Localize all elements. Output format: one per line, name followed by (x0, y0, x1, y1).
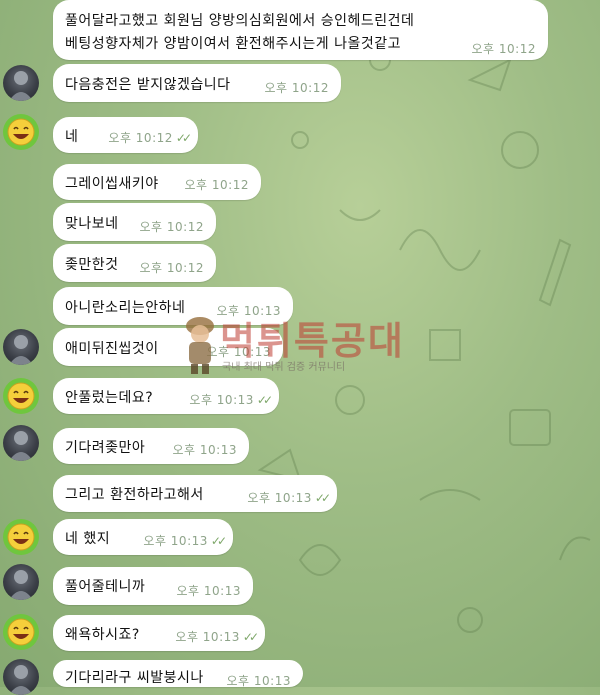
message-bubble[interactable]: 그레이씹새키야 오후 10:12 (53, 164, 261, 200)
chat-message-list[interactable]: 풀어달라고했고 회원님 양방의심회원에서 승인헤드린건데 베팅성향자체가 양밤이… (0, 0, 600, 695)
message-text: 맞나보네 (65, 216, 119, 232)
message-text: 그레이씹새키야 (65, 176, 159, 192)
read-check-icon: ✓✓ (314, 491, 331, 505)
message-bubble[interactable]: 풀어줄테니까 오후 10:13 (53, 567, 253, 605)
message-time: 오후 10:13 ✓✓ (143, 532, 227, 549)
user-photo-icon (9, 335, 33, 365)
message-text: 풀어줄테니까 (65, 579, 146, 595)
message-text: 좆만한것 (65, 257, 119, 273)
read-check-icon: ✓✓ (256, 393, 273, 407)
message-text: 다음충전은 받지않겠습니다 (65, 77, 231, 93)
message-text: 애미뒤진씹것이 (65, 341, 159, 357)
message-bubble[interactable]: 안풀렀는데요? 오후 10:13 ✓✓ (53, 378, 279, 414)
message-time-text: 오후 10:12 (108, 131, 173, 145)
read-check-icon: ✓✓ (175, 131, 192, 145)
message-time: 오후 10:12 (139, 261, 204, 275)
message-time-text: 오후 10:13 (189, 393, 254, 407)
message-time: 오후 10:12 (264, 81, 329, 95)
user-photo-icon (9, 71, 33, 101)
read-check-icon: ✓✓ (210, 534, 227, 548)
avatar[interactable] (3, 65, 39, 101)
user-photo-icon (9, 570, 33, 600)
message-time: 오후 10:12 (139, 220, 204, 234)
message-time: 오후 10:13 (206, 345, 271, 359)
user-photo-icon (9, 665, 33, 695)
message-bubble[interactable]: 맞나보네 오후 10:12 (53, 203, 216, 241)
message-bubble[interactable]: 그리고 환전하라고해서 오후 10:13 ✓✓ (53, 475, 337, 512)
message-bubble[interactable]: 네 오후 10:12 ✓✓ (53, 117, 198, 153)
message-bubble[interactable]: 네 했지 오후 10:13 ✓✓ (53, 519, 233, 555)
avatar[interactable] (3, 614, 39, 650)
message-text: 네 (65, 129, 79, 145)
message-time: 오후 10:12 (471, 42, 536, 56)
message-bubble[interactable]: 왜욕하시죠? 오후 10:13 ✓✓ (53, 615, 265, 651)
message-time-text: 오후 10:13 (175, 630, 240, 644)
message-time: 오후 10:13 ✓✓ (175, 628, 259, 645)
message-time: 오후 10:13 (172, 443, 237, 457)
user-photo-icon (9, 431, 33, 461)
message-text-line: 풀어달라고했고 회원님 양방의심회원에서 승인헤드린건데 (65, 13, 415, 29)
message-text-line: 베팅성향자체가 양밤이여서 환전해주시는게 나올것같고 (65, 36, 401, 52)
message-bubble[interactable]: 아니란소리는안하네 오후 10:13 (53, 287, 293, 325)
message-text: 아니란소리는안하네 (65, 300, 186, 316)
avatar[interactable] (3, 564, 39, 600)
smiley-face-icon (7, 618, 35, 646)
message-text: 왜욕하시죠? (65, 627, 140, 643)
message-time-text: 오후 10:13 (247, 491, 312, 505)
smiley-face-icon (7, 382, 35, 410)
message-time: 오후 10:13 (226, 674, 291, 688)
message-bubble[interactable]: 풀어달라고했고 회원님 양방의심회원에서 승인헤드린건데 베팅성향자체가 양밤이… (53, 0, 548, 60)
message-time: 오후 10:13 (176, 584, 241, 598)
message-time: 오후 10:13 ✓✓ (189, 391, 273, 408)
avatar[interactable] (3, 329, 39, 365)
avatar[interactable] (3, 659, 39, 695)
message-time: 오후 10:12 ✓✓ (108, 129, 192, 146)
message-bubble[interactable]: 기다려좆만아 오후 10:13 (53, 428, 249, 464)
avatar[interactable] (3, 378, 39, 414)
message-bubble[interactable]: 다음충전은 받지않겠습니다 오후 10:12 (53, 64, 341, 102)
read-check-icon: ✓✓ (242, 630, 259, 644)
avatar[interactable] (3, 425, 39, 461)
avatar[interactable] (3, 519, 39, 555)
message-bubble[interactable]: 좆만한것 오후 10:12 (53, 244, 216, 282)
smiley-face-icon (7, 118, 35, 146)
avatar[interactable] (3, 114, 39, 150)
message-text: 그리고 환전하라고해서 (65, 487, 204, 503)
message-text: 기다려좆만아 (65, 440, 146, 456)
message-time-text: 오후 10:13 (143, 534, 208, 548)
message-text: 네 했지 (65, 531, 111, 547)
message-bubble[interactable]: 애미뒤진씹것이 오후 10:13 (53, 328, 283, 366)
message-bubble[interactable]: 기다리라구 씨발붕시나 오후 10:13 (53, 660, 303, 688)
message-time: 오후 10:13 (216, 304, 281, 318)
message-time: 오후 10:12 (184, 178, 249, 192)
smiley-face-icon (7, 523, 35, 551)
message-text: 안풀렀는데요? (65, 390, 154, 406)
message-time: 오후 10:13 ✓✓ (247, 489, 331, 506)
message-text: 기다리라구 씨발붕시나 (65, 670, 204, 686)
